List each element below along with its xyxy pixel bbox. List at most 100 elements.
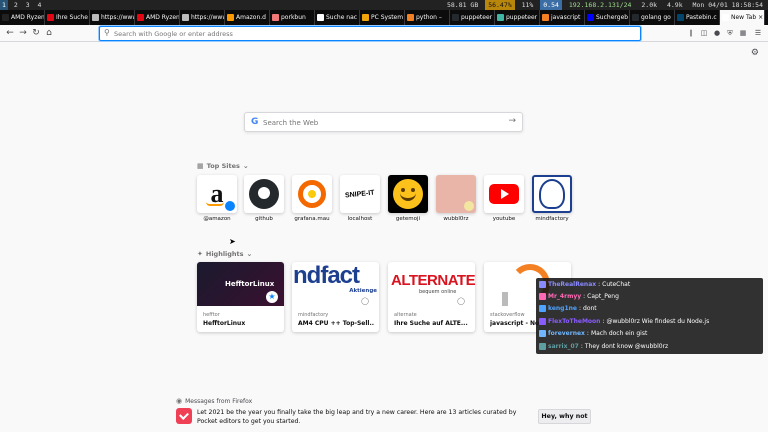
chat-badge-icon <box>539 305 546 313</box>
memory-usage: 11% <box>521 1 534 9</box>
chevron-down-icon: ⌄ <box>242 162 249 170</box>
chat-line: sarrix_07: They dont know @wubbl0rz <box>536 340 763 352</box>
extension-icon[interactable]: ▦ <box>738 28 748 38</box>
nav-toolbar: ← → ↻ ⌂ ⚲ ∥ ◫ ● ⛨ ▦ ☰ <box>0 25 768 42</box>
clock: Mon 04/01 18:58:54 <box>692 1 763 9</box>
workspace-1[interactable]: 1 <box>0 0 8 10</box>
tab[interactable]: puppeteer <box>450 10 495 25</box>
net-up: 4.9k <box>666 1 683 9</box>
favicon-icon <box>317 14 324 21</box>
favicon-icon <box>2 14 9 21</box>
back-icon[interactable]: ← <box>4 27 16 39</box>
pocket-status-icon: ◯ <box>361 297 369 305</box>
highlight-card[interactable]: ndfact Aktienge ◯ mindfactory AM4 CPU ++… <box>292 262 379 332</box>
chat-username: keng1ne <box>548 305 577 313</box>
workspace-2[interactable]: 2 <box>12 0 20 10</box>
topsite-github[interactable]: github <box>244 175 284 225</box>
url-bar[interactable]: ⚲ <box>99 26 641 41</box>
web-search-box[interactable]: G → <box>244 112 523 132</box>
highlight-image-subtext: Aktienge <box>349 288 377 294</box>
tab[interactable]: Amazon.d <box>225 10 270 25</box>
highlights-heading[interactable]: ✦ Highlights ⌄ <box>197 250 252 258</box>
chat-message: CuteChat <box>602 280 631 288</box>
tab-active[interactable]: New Tab × <box>720 10 765 25</box>
cpu-usage: 56.47% <box>485 0 515 10</box>
topsite-youtube[interactable]: youtube <box>484 175 524 225</box>
menu-icon[interactable]: ☰ <box>753 28 763 38</box>
favicon-icon <box>452 14 459 21</box>
grafana-icon <box>292 175 332 213</box>
pocket-status-icon: ◯ <box>457 297 465 305</box>
system-status-bar: 1 2 3 4 58.81 GB 56.47% 11% 0.54 192.168… <box>0 0 768 10</box>
home-icon[interactable]: ⌂ <box>43 27 55 39</box>
arrow-right-icon[interactable]: → <box>508 116 516 126</box>
highlight-source: mindfactory <box>298 312 329 318</box>
tab-strip: AMD Ryzen Ihre Suche https://www. AMD Ryzen… <box>0 10 768 25</box>
tab[interactable]: AMD Ryzen <box>135 10 180 25</box>
chat-line: TheRealRenax: CuteChat <box>536 278 763 290</box>
tab[interactable]: javascript <box>540 10 585 25</box>
chat-separator: : <box>578 305 582 313</box>
topsite-label: github <box>255 216 273 222</box>
web-search-input[interactable] <box>263 116 503 129</box>
favicon-icon <box>677 14 684 21</box>
highlight-title: Ihre Suche auf ALTE... <box>394 320 468 327</box>
sparkle-icon: ✦ <box>197 250 203 258</box>
workspace-3[interactable]: 3 <box>24 0 32 10</box>
wubbl0rz-icon <box>436 175 476 213</box>
forward-icon[interactable]: → <box>17 27 29 39</box>
sidebar-icon[interactable]: ◫ <box>699 28 709 38</box>
tab[interactable]: AMD Ryzen <box>0 10 45 25</box>
favicon-icon <box>362 14 369 21</box>
tab[interactable]: porkbun <box>270 10 315 25</box>
tab[interactable]: Ihre Suche <box>45 10 90 25</box>
top-sites-title: Top Sites <box>206 162 240 170</box>
url-input[interactable] <box>114 27 634 40</box>
tab[interactable]: Suchergeb <box>585 10 630 25</box>
tab[interactable]: puppeteer <box>495 10 540 25</box>
highlight-card[interactable]: ALTERNATE bequem online ◯ alternate Ihre… <box>388 262 475 332</box>
topsite-amazon[interactable]: a @amazon <box>197 175 237 225</box>
tab[interactable]: Pastebin.c <box>675 10 720 25</box>
tab[interactable]: https://www. <box>180 10 225 25</box>
topsite-getemoji[interactable]: getemoji <box>388 175 428 225</box>
message-action-button[interactable]: Hey, why not <box>538 409 591 424</box>
highlight-source: hefftor <box>203 312 220 318</box>
ip-address: 192.168.2.131/24 <box>568 1 632 9</box>
tab-label: AMD Ryzen <box>11 14 45 21</box>
highlight-image: HefftorLinux ★ <box>197 262 284 306</box>
shield-icon[interactable]: ⛨ <box>725 28 735 38</box>
favicon-icon <box>587 14 594 21</box>
chat-username: TheRealRenax <box>548 280 597 288</box>
tab[interactable]: python – <box>405 10 450 25</box>
gear-icon[interactable]: ⚙ <box>751 48 759 58</box>
account-icon[interactable]: ● <box>712 28 722 38</box>
reload-icon[interactable]: ↻ <box>30 27 42 39</box>
chat-line: forevernex: Mach doch ein gist <box>536 328 763 340</box>
chat-line: Mr_4rmyy: Capt_Peng <box>536 290 763 302</box>
tab[interactable]: PC System <box>360 10 405 25</box>
close-tab-icon[interactable]: × <box>758 14 763 21</box>
tab-label: javascript <box>551 14 581 21</box>
smile-emoji-icon <box>388 175 428 213</box>
tab-label: https://www. <box>101 14 135 21</box>
topsite-mindfactory[interactable]: mindfactory <box>532 175 572 225</box>
tab-label: Ihre Suche <box>56 14 88 21</box>
highlight-card[interactable]: HefftorLinux ★ hefftor HefftorLinux <box>197 262 284 332</box>
chat-separator: : <box>583 293 586 301</box>
tab-label: https://www. <box>191 14 225 21</box>
workspace-4[interactable]: 4 <box>36 0 44 10</box>
amazon-icon: a <box>197 175 237 213</box>
chat-username: Mr_4rmyy <box>548 293 582 301</box>
highlight-source: alternate <box>394 312 417 318</box>
library-icon[interactable]: ∥ <box>686 28 696 38</box>
top-sites-heading[interactable]: ▦ Top Sites ⌄ <box>197 162 249 170</box>
tab[interactable]: golang go <box>630 10 675 25</box>
tab[interactable]: https://www. <box>90 10 135 25</box>
topsite-grafana[interactable]: grafana.mau <box>292 175 332 225</box>
topsite-localhost[interactable]: SNIPE-IT localhost <box>340 175 380 225</box>
topsite-label: getemoji <box>395 216 421 222</box>
tab[interactable]: Suche nac <box>315 10 360 25</box>
topsite-wubbl0rz[interactable]: wubbl0rz <box>436 175 476 225</box>
highlight-source: stackoverflow <box>490 312 525 318</box>
